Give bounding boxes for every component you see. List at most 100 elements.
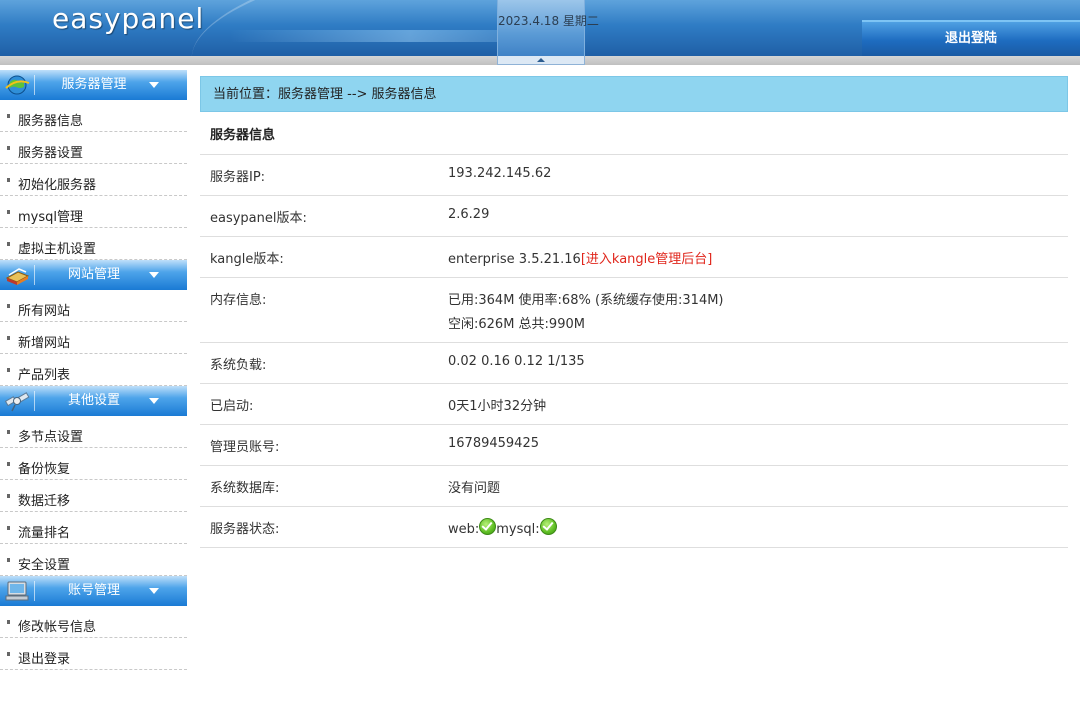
bullet-icon xyxy=(7,178,10,182)
bullet-icon xyxy=(7,526,10,530)
memory-info-cell: 已用:364M 使用率:68% (系统缓存使用:314M) 空闲:626M 总共… xyxy=(448,277,1068,343)
bullet-icon xyxy=(7,336,10,340)
mysql-status-label: mysql: xyxy=(496,522,540,537)
sidebar-item-add-site[interactable]: 新增网站 xyxy=(0,323,187,354)
table-row: 系统负载: 0.02 0.16 0.12 1/135 xyxy=(200,342,1068,384)
sidebar-item-label: 安全设置 xyxy=(18,558,71,573)
chevron-up-icon xyxy=(537,58,545,62)
sidebar-item-init-server[interactable]: 初始化服务器 xyxy=(0,165,187,196)
sidebar-group-title: 服务器管理 xyxy=(61,77,127,92)
logout-button[interactable]: 退出登陆 xyxy=(862,20,1080,56)
sidebar-item-backup-restore[interactable]: 备份恢复 xyxy=(0,449,187,480)
table-row: kangle版本: enterprise 3.5.21.16[进入kangle管… xyxy=(200,236,1068,278)
admin-account-value: 16789459425 xyxy=(448,424,1068,466)
satellite-icon xyxy=(3,389,31,413)
collapse-header-button[interactable] xyxy=(497,56,585,65)
row-label: 内存信息: xyxy=(200,277,448,343)
chevron-down-icon xyxy=(149,588,159,594)
table-row: 管理员账号: 16789459425 xyxy=(200,424,1068,466)
table-row: 已启动: 0天1小时32分钟 xyxy=(200,383,1068,425)
server-ip-value: 193.242.145.62 xyxy=(448,154,1068,196)
kangle-admin-link[interactable]: 进入kangle管理后台 xyxy=(586,252,707,267)
sidebar-item-server-settings[interactable]: 服务器设置 xyxy=(0,133,187,164)
computer-icon xyxy=(3,579,31,603)
table-row: 内存信息: 已用:364M 使用率:68% (系统缓存使用:314M) 空闲:6… xyxy=(200,277,1068,343)
sidebar-item-label: 备份恢复 xyxy=(18,462,71,477)
row-label: easypanel版本: xyxy=(200,195,448,237)
chevron-down-icon xyxy=(149,272,159,278)
header-separator xyxy=(34,391,35,411)
sidebar-group-websites[interactable]: 网站管理 xyxy=(0,260,187,290)
bullet-icon xyxy=(7,114,10,118)
main-content: 当前位置：服务器管理 --> 服务器信息 服务器信息 服务器IP: 193.24… xyxy=(200,76,1068,548)
sidebar-item-label: 产品列表 xyxy=(18,368,71,383)
sidebar-item-label: 流量排名 xyxy=(18,526,71,541)
bracket-close: ] xyxy=(707,252,713,267)
kangle-version-value: enterprise 3.5.21.16 xyxy=(448,252,581,267)
chevron-down-icon xyxy=(149,398,159,404)
bullet-icon xyxy=(7,494,10,498)
sidebar-item-multi-node[interactable]: 多节点设置 xyxy=(0,417,187,448)
bullet-icon xyxy=(7,558,10,562)
uptime-value: 0天1小时32分钟 xyxy=(448,383,1068,425)
bullet-icon xyxy=(7,304,10,308)
sidebar-item-label: 虚拟主机设置 xyxy=(18,242,97,257)
sidebar-item-traffic-rank[interactable]: 流量排名 xyxy=(0,513,187,544)
table-row: 服务器状态: web: mysql: xyxy=(200,506,1068,548)
header-separator xyxy=(34,75,35,95)
sidebar-item-label: 退出登录 xyxy=(18,652,71,667)
sidebar-group-account[interactable]: 账号管理 xyxy=(0,576,187,606)
bullet-icon xyxy=(7,620,10,624)
sidebar-item-security[interactable]: 安全设置 xyxy=(0,545,187,576)
sidebar-item-label: 新增网站 xyxy=(18,336,71,351)
sidebar-item-label: 修改帐号信息 xyxy=(18,620,97,635)
current-date: 2023.4.18 星期二 xyxy=(498,14,599,28)
sidebar-item-vhost-settings[interactable]: 虚拟主机设置 xyxy=(0,229,187,260)
sidebar-item-edit-account[interactable]: 修改帐号信息 xyxy=(0,607,187,638)
sidebar-item-all-sites[interactable]: 所有网站 xyxy=(0,291,187,322)
bullet-icon xyxy=(7,146,10,150)
table-row: easypanel版本: 2.6.29 xyxy=(200,195,1068,237)
sidebar-group-other-settings[interactable]: 其他设置 xyxy=(0,386,187,416)
row-label: 管理员账号: xyxy=(200,424,448,466)
table-row: 服务器IP: 193.242.145.62 xyxy=(200,154,1068,196)
breadcrumb: 当前位置：服务器管理 --> 服务器信息 xyxy=(200,76,1068,112)
row-label: 系统数据库: xyxy=(200,465,448,507)
sidebar-item-product-list[interactable]: 产品列表 xyxy=(0,355,187,386)
bullet-icon xyxy=(7,368,10,372)
row-label: kangle版本: xyxy=(200,236,448,278)
sidebar-item-label: 多节点设置 xyxy=(18,430,84,445)
table-title: 服务器信息 xyxy=(200,112,1068,155)
table-row: 系统数据库: 没有问题 xyxy=(200,465,1068,507)
sidebar-item-label: 初始化服务器 xyxy=(18,178,97,193)
sidebar-group-server[interactable]: 服务器管理 xyxy=(0,70,187,100)
sidebar-item-server-info[interactable]: 服务器信息 xyxy=(0,101,187,132)
sidebar-item-label: 所有网站 xyxy=(18,304,71,319)
table-title-row: 服务器信息 xyxy=(200,112,1068,155)
sidebar-item-mysql[interactable]: mysql管理 xyxy=(0,197,187,228)
books-icon xyxy=(3,263,31,287)
logo: easypanel xyxy=(52,2,205,35)
database-status-value: 没有问题 xyxy=(448,465,1068,507)
bullet-icon xyxy=(7,242,10,246)
server-status-cell: web: mysql: xyxy=(448,506,1068,548)
sidebar-group-title: 账号管理 xyxy=(67,583,120,598)
sidebar-item-logout[interactable]: 退出登录 xyxy=(0,639,187,670)
sidebar: 服务器管理 服务器信息 服务器设置 初始化服务器 mysql管理 虚拟主机设置 … xyxy=(0,70,188,670)
top-header: easypanel 2023.4.18 星期二 退出登陆 xyxy=(0,0,1080,56)
header-separator xyxy=(34,265,35,285)
sidebar-item-data-migration[interactable]: 数据迁移 xyxy=(0,481,187,512)
bullet-icon xyxy=(7,430,10,434)
sidebar-group-title: 其他设置 xyxy=(67,393,120,408)
memory-used-line: 已用:364M 使用率:68% (系统缓存使用:314M) xyxy=(448,293,724,308)
kangle-version-cell: enterprise 3.5.21.16[进入kangle管理后台] xyxy=(448,236,1068,278)
web-status-label: web: xyxy=(448,522,480,537)
check-circle-icon xyxy=(539,518,557,535)
server-info-table: 服务器信息 服务器IP: 193.242.145.62 easypanel版本:… xyxy=(200,112,1068,548)
memory-free-line: 空闲:626M 总共:990M xyxy=(448,317,585,332)
sidebar-group-title: 网站管理 xyxy=(67,267,120,282)
chevron-down-icon xyxy=(149,82,159,88)
sidebar-item-label: 服务器信息 xyxy=(18,114,84,129)
server-globe-icon xyxy=(3,73,31,97)
row-label: 已启动: xyxy=(200,383,448,425)
